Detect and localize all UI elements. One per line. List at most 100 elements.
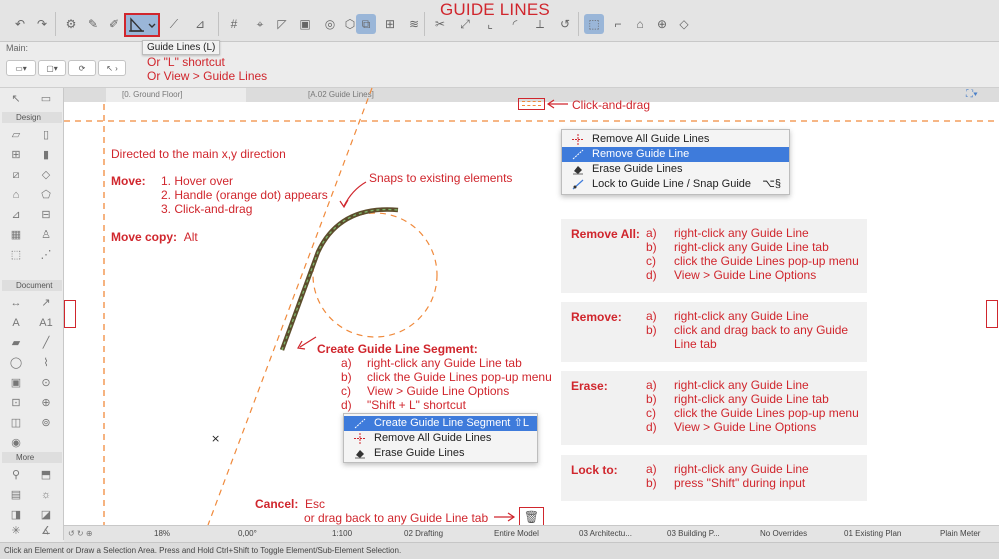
palette-section-document[interactable]: Document <box>2 280 62 291</box>
trace-icon[interactable]: ◎ <box>320 14 340 34</box>
trash-icon[interactable]: 🗑 <box>519 507 544 527</box>
snap-guide-icon[interactable]: ⟋ <box>164 14 184 34</box>
object-tool-icon[interactable]: ♙ <box>38 228 54 242</box>
angle-field[interactable]: 0,00° <box>238 529 257 538</box>
zone-tool-icon[interactable]: ⬚ <box>8 248 24 262</box>
polyline-tool-icon[interactable]: ⌇ <box>38 356 54 370</box>
corner-window-tool-icon[interactable]: ▤ <box>8 488 24 502</box>
window-icon[interactable]: ▣ <box>295 14 315 34</box>
mesh-tool-icon[interactable]: ⋰ <box>38 248 54 262</box>
syringe-icon[interactable]: ✐ <box>104 14 124 34</box>
element-type-icon[interactable]: ▭▾ <box>6 60 36 76</box>
corner-icon[interactable]: ⌐ <box>608 14 628 34</box>
dimension-tool-icon[interactable]: ↔ <box>8 296 24 310</box>
suspend-groups-icon[interactable]: ⧉ <box>356 14 376 34</box>
arc-tool-icon[interactable]: ◯ <box>8 356 24 370</box>
window-tool-icon[interactable]: ⊞ <box>8 148 24 162</box>
shell-tool-icon[interactable]: ⬠ <box>38 188 54 202</box>
detail-tool-icon[interactable]: ⊕ <box>38 396 54 410</box>
beam-tool-icon[interactable]: ⧄ <box>8 168 24 182</box>
figure-tool-icon[interactable]: ◉ <box>8 436 24 450</box>
tab-guide-lines-layout[interactable]: [A.02 Guide Lines] <box>292 88 432 102</box>
rotate-icon[interactable]: ↺ <box>555 14 575 34</box>
radial-dimension-tool-icon[interactable]: ✳ <box>8 524 24 538</box>
menu-item-lock[interactable]: Lock to Guide Line / Snap Guide ⌥§ <box>562 177 789 192</box>
text-tool-icon[interactable]: A <box>8 316 24 330</box>
morph-tool-icon[interactable]: ◪ <box>38 508 54 522</box>
grid-icon[interactable]: # <box>224 14 244 34</box>
group-icon[interactable]: ⊞ <box>380 14 400 34</box>
selection-settings-icon[interactable]: ⚙ <box>61 14 81 34</box>
marquee-icon[interactable]: ⬚ <box>584 14 604 34</box>
model-view-field[interactable]: Entire Model <box>494 529 539 538</box>
cancel-label: Cancel: <box>255 497 299 511</box>
hotspot-tool-icon[interactable]: ⚲ <box>8 468 24 482</box>
guide-lines-button[interactable] <box>124 13 160 37</box>
door-tool-icon[interactable]: ▯ <box>38 128 54 142</box>
palette-section-more[interactable]: More <box>2 452 62 463</box>
shortcut-note-line: Or "L" shortcut <box>147 55 225 69</box>
skylight-tool-icon[interactable]: ⬒ <box>38 468 54 482</box>
layout-icon[interactable]: ◸ <box>272 14 292 34</box>
scale-field[interactable]: 1:100 <box>332 529 352 538</box>
cancel-value: Esc <box>305 497 326 511</box>
building-field[interactable]: 03 Building P... <box>667 529 720 538</box>
plan-field[interactable]: 01 Existing Plan <box>844 529 901 538</box>
home-icon[interactable]: ⌂ <box>630 14 650 34</box>
box-rows: a) right-click any Guide Line b) right-cli… <box>646 226 864 282</box>
dimension-field[interactable]: Plain Meter <box>940 529 980 538</box>
angle-dimension-tool-icon[interactable]: ∡ <box>38 524 54 538</box>
section-tool-icon[interactable]: ⊙ <box>38 376 54 390</box>
move-label-text: Move: <box>111 174 146 188</box>
redo-icon[interactable]: ↷ <box>32 14 52 34</box>
menu-item-remove-all[interactable]: Remove All Guide Lines <box>344 431 537 446</box>
stair-tool-icon[interactable]: ⊿ <box>8 208 24 222</box>
menu-item-remove-all[interactable]: Remove All Guide Lines <box>562 132 789 147</box>
arrow-tool-icon[interactable]: ↖ <box>8 92 24 106</box>
override-field[interactable]: No Overrides <box>760 529 807 538</box>
navigator-icon[interactable]: ⛶▾ <box>966 89 978 100</box>
level-dimension-tool-icon[interactable]: ↗ <box>38 296 54 310</box>
segment-step-value: View > Guide Line Options <box>367 384 510 398</box>
guide-tab-left-marker[interactable] <box>64 300 76 328</box>
pointer-select-icon[interactable]: ↖ › <box>98 60 126 76</box>
slab-tool-icon[interactable]: ◇ <box>38 168 54 182</box>
undo-view-icon[interactable]: ↺ ↻ ⊕ <box>68 529 93 538</box>
remove-all-box: Remove All: a) right-click any Guide Line… <box>561 219 867 293</box>
railing-tool-icon[interactable]: ⊟ <box>38 208 54 222</box>
palette-section-design[interactable]: Design <box>2 112 62 123</box>
wall-tool-icon[interactable]: ▱ <box>8 128 24 142</box>
layer-combination-field[interactable]: 02 Drafting <box>404 529 443 538</box>
rotate-select-icon[interactable]: ⟳ <box>68 60 96 76</box>
menu-item-remove-one[interactable]: Remove Guide Line <box>562 147 789 162</box>
layer-select-icon[interactable]: ▢▾ <box>38 60 66 76</box>
shapes-icon[interactable]: ◇ <box>674 14 694 34</box>
fill-tool-icon[interactable]: ▰ <box>8 336 24 350</box>
segment-step-key: c) <box>341 384 351 398</box>
menu-item-erase[interactable]: Erase Guide Lines <box>344 446 537 461</box>
elevation-tool-icon[interactable]: ⊡ <box>8 396 24 410</box>
eyedropper-icon[interactable]: ✎ <box>83 14 103 34</box>
menu-item-erase[interactable]: Erase Guide Lines <box>562 162 789 177</box>
drawing-tool-icon[interactable]: ▣ <box>8 376 24 390</box>
link-icon[interactable]: ⊕ <box>652 14 672 34</box>
zoom-field[interactable]: 18% <box>154 529 170 538</box>
lamp-tool-icon[interactable]: ☼ <box>38 488 54 502</box>
wall-end-tool-icon[interactable]: ◨ <box>8 508 24 522</box>
column-tool-icon[interactable]: ▮ <box>38 148 54 162</box>
snap-icon[interactable]: ⌖ <box>250 14 270 34</box>
menu-item-create-segment[interactable]: Create Guide Line Segment ⇧L <box>344 416 537 431</box>
guide-tab-right-marker[interactable] <box>986 300 998 328</box>
roof-tool-icon[interactable]: ⌂ <box>8 188 24 202</box>
undo-icon[interactable]: ↶ <box>10 14 30 34</box>
tab-ground-floor[interactable]: [0. Ground Floor] <box>106 88 246 102</box>
label-tool-icon[interactable]: A1 <box>38 316 54 330</box>
view-field[interactable]: 03 Architectu... <box>579 529 632 538</box>
layer-icon[interactable]: ≋ <box>404 14 424 34</box>
change-tool-icon[interactable]: ⊚ <box>38 416 54 430</box>
worksheet-tool-icon[interactable]: ◫ <box>8 416 24 430</box>
snap-points-icon[interactable]: ⊿ <box>190 14 210 34</box>
curtain-wall-tool-icon[interactable]: ▦ <box>8 228 24 242</box>
line-tool-icon[interactable]: ╱ <box>38 336 54 350</box>
marquee-tool-icon[interactable]: ▭ <box>38 92 54 106</box>
